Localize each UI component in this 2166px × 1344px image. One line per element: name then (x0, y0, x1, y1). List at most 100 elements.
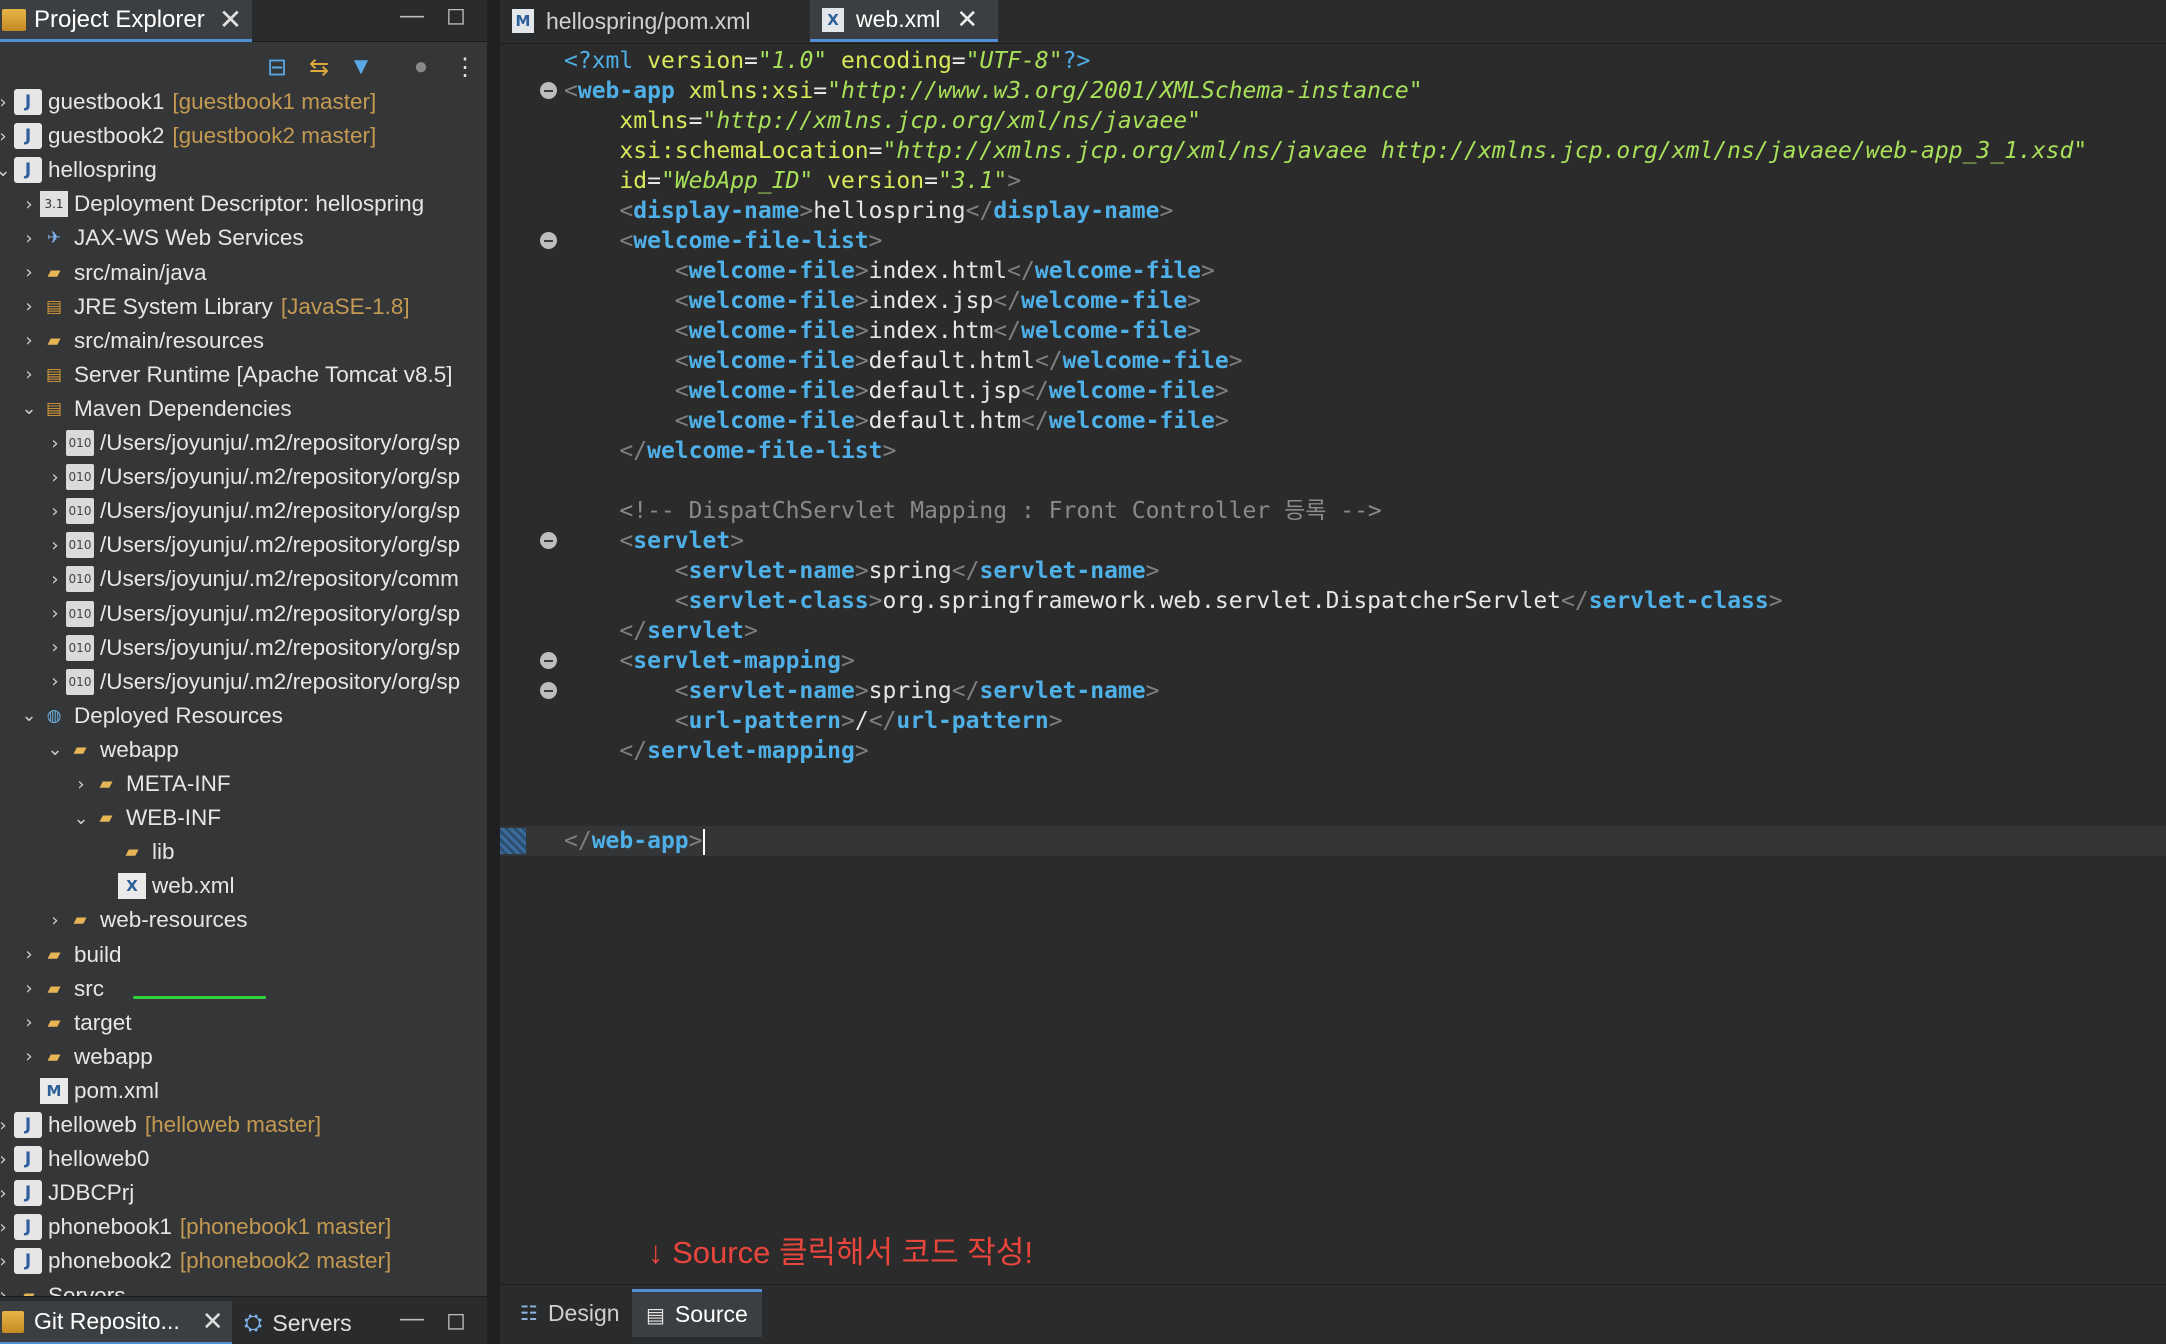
tree-item[interactable]: › 010/Users/joyunju/.m2/repository/org/sp (44, 597, 460, 631)
tree-item[interactable]: › 3.1 Deployment Descriptor: hellospring (18, 187, 424, 221)
chevron-right-icon[interactable]: › (18, 364, 40, 385)
maximize-icon[interactable]: ◻ (446, 4, 466, 28)
tree-item[interactable]: › Jguestbook1 [guestbook1 master] (0, 88, 376, 119)
tree-item[interactable]: › ▰ src/main/resources (18, 324, 264, 358)
tab-git-repositories[interactable]: Git Reposito... ✕ (0, 1301, 232, 1344)
tree-item[interactable]: Mpom.xml (18, 1074, 159, 1108)
fold-toggle-icon[interactable] (540, 652, 557, 669)
tab-web-xml[interactable]: X web.xml ✕ (810, 0, 998, 42)
chevron-right-icon[interactable]: › (18, 1046, 40, 1067)
chevron-right-icon[interactable]: › (44, 569, 66, 590)
chevron-right-icon[interactable]: › (0, 1149, 14, 1170)
minimize-icon[interactable]: — (400, 4, 424, 28)
chevron-down-icon[interactable]: ⌄ (18, 705, 40, 726)
minimize-icon[interactable]: — (400, 1307, 424, 1331)
focus-icon[interactable]: ● (406, 52, 436, 82)
project-icon: J (14, 89, 42, 115)
tree-item[interactable]: › 010/Users/joyunju/.m2/repository/org/sp (44, 494, 460, 528)
tree-item[interactable]: › Jphonebook1 [phonebook1 master] (0, 1210, 391, 1244)
tree-item[interactable]: › Jphonebook2 [phonebook2 master] (0, 1244, 391, 1278)
tree-item[interactable]: › 010/Users/joyunju/.m2/repository/org/sp (44, 460, 460, 494)
panel-splitter[interactable] (487, 0, 500, 1344)
chevron-right-icon[interactable]: › (18, 978, 40, 999)
chevron-right-icon[interactable]: › (44, 603, 66, 624)
tab-project-explorer[interactable]: Project Explorer ✕ (0, 0, 252, 42)
chevron-right-icon[interactable]: › (44, 637, 66, 658)
tree-item[interactable]: › 010/Users/joyunju/.m2/repository/comm (44, 562, 459, 596)
view-menu-icon[interactable]: ⋮ (450, 52, 480, 82)
fold-toggle-icon[interactable] (540, 532, 557, 549)
chevron-right-icon[interactable]: › (18, 1012, 40, 1033)
close-icon[interactable]: ✕ (219, 5, 242, 34)
link-with-editor-icon[interactable]: ⇆ (304, 52, 334, 82)
fold-toggle-icon[interactable] (540, 682, 557, 699)
collapse-all-icon[interactable]: ⊟ (262, 52, 292, 82)
tree-item[interactable]: › ▰ webapp (18, 1040, 152, 1074)
tree-item[interactable]: › J JDBCPrj (0, 1176, 134, 1210)
code-line: <welcome-file>index.htm</welcome-file> (674, 318, 1202, 344)
chevron-right-icon[interactable]: › (0, 1285, 14, 1296)
chevron-right-icon[interactable]: › (18, 944, 40, 965)
chevron-right-icon[interactable]: › (44, 467, 66, 488)
chevron-right-icon[interactable]: › (0, 126, 14, 147)
filter-icon[interactable]: ▼ (346, 52, 376, 82)
chevron-right-icon[interactable]: › (0, 1217, 14, 1238)
tab-source[interactable]: ▤ Source (632, 1289, 762, 1337)
chevron-down-icon[interactable]: ⌄ (0, 160, 14, 181)
tree-item[interactable]: ⌄ ▰ webapp (44, 733, 178, 767)
tree-item[interactable]: ⌄ Jhellospring (0, 153, 157, 187)
chevron-right-icon[interactable]: › (18, 194, 40, 215)
tree-item[interactable]: › ▰ Servers (0, 1279, 126, 1297)
chevron-right-icon[interactable]: › (44, 501, 66, 522)
tree-item[interactable]: › ▰ src/main/java (18, 256, 206, 290)
chevron-right-icon[interactable]: › (0, 1115, 14, 1136)
tree-item[interactable]: › ▰ src (18, 972, 104, 1006)
tree-item[interactable]: › 010/Users/joyunju/.m2/repository/org/sp (44, 665, 460, 699)
chevron-right-icon[interactable]: › (18, 228, 40, 249)
tree-item[interactable]: ⌄ ▰ WEB-INF (70, 801, 221, 835)
tree-item[interactable]: › ✈ JAX-WS Web Services (18, 221, 303, 255)
maximize-icon[interactable]: ◻ (446, 1309, 466, 1333)
tree-item[interactable]: Xweb.xml (96, 869, 235, 903)
chevron-right-icon[interactable]: › (18, 262, 40, 283)
tree-item[interactable]: › Jhelloweb [helloweb master] (0, 1108, 321, 1142)
tree-item[interactable]: › ▰ web-resources (44, 903, 247, 937)
tree-item[interactable]: › ▰ META-INF (70, 767, 230, 801)
tab-design[interactable]: ☷ Design (510, 1289, 630, 1337)
tree-item[interactable]: › 010/Users/joyunju/.m2/repository/org/sp (44, 631, 460, 665)
tree-item[interactable]: ▰ lib (96, 835, 174, 869)
tree-item-label: /Users/joyunju/.m2/repository/org/sp (100, 464, 461, 490)
tree-item[interactable]: ⌄ ◍ Deployed Resources (18, 699, 282, 733)
chevron-down-icon[interactable]: ⌄ (18, 398, 40, 419)
tree-item[interactable]: › 010/Users/joyunju/.m2/repository/org/sp (44, 426, 460, 460)
chevron-down-icon[interactable]: ⌄ (70, 808, 92, 829)
close-icon[interactable]: ✕ (956, 4, 978, 35)
tree-item[interactable]: › 010/Users/joyunju/.m2/repository/org/sp (44, 528, 460, 562)
highlight-underline (133, 996, 266, 999)
fold-toggle-icon[interactable] (540, 82, 557, 99)
tab-servers[interactable]: ⛭ Servers (244, 1301, 352, 1344)
chevron-right-icon[interactable]: › (44, 433, 66, 454)
editor-mode-tabs: ☷ Design ▤ Source (500, 1284, 2166, 1344)
close-icon[interactable]: ✕ (202, 1306, 224, 1337)
chevron-right-icon[interactable]: › (44, 535, 66, 556)
chevron-right-icon[interactable]: › (0, 92, 14, 113)
tab-pom-xml[interactable]: M hellospring/pom.xml (512, 0, 751, 42)
tree-item[interactable]: › Jguestbook2 [guestbook2 master] (0, 119, 376, 153)
tree-item[interactable]: › Jhelloweb0 (0, 1142, 149, 1176)
tree-item[interactable]: › ▰ build (18, 938, 121, 972)
chevron-down-icon[interactable]: ⌄ (44, 739, 66, 760)
chevron-right-icon[interactable]: › (0, 1183, 14, 1204)
chevron-right-icon[interactable]: › (70, 774, 92, 795)
fold-toggle-icon[interactable] (540, 232, 557, 249)
tree-item[interactable]: › ▤ Server Runtime [Apache Tomcat v8.5] (18, 358, 452, 392)
chevron-right-icon[interactable]: › (0, 1251, 14, 1272)
chevron-right-icon[interactable]: › (44, 671, 66, 692)
tree-item[interactable]: ⌄ ▤ Maven Dependencies (18, 392, 291, 426)
chevron-right-icon[interactable]: › (18, 296, 40, 317)
chevron-right-icon[interactable]: › (18, 330, 40, 351)
chevron-right-icon[interactable]: › (44, 910, 66, 931)
tree-item[interactable]: › ▤ JRE System Library [JavaSE-1.8] (18, 290, 409, 324)
xml-source-editor[interactable]: <?xml version="1.0" encoding="UTF-8"?> <… (500, 44, 2166, 1284)
tree-item[interactable]: › ▰ target (18, 1006, 131, 1040)
